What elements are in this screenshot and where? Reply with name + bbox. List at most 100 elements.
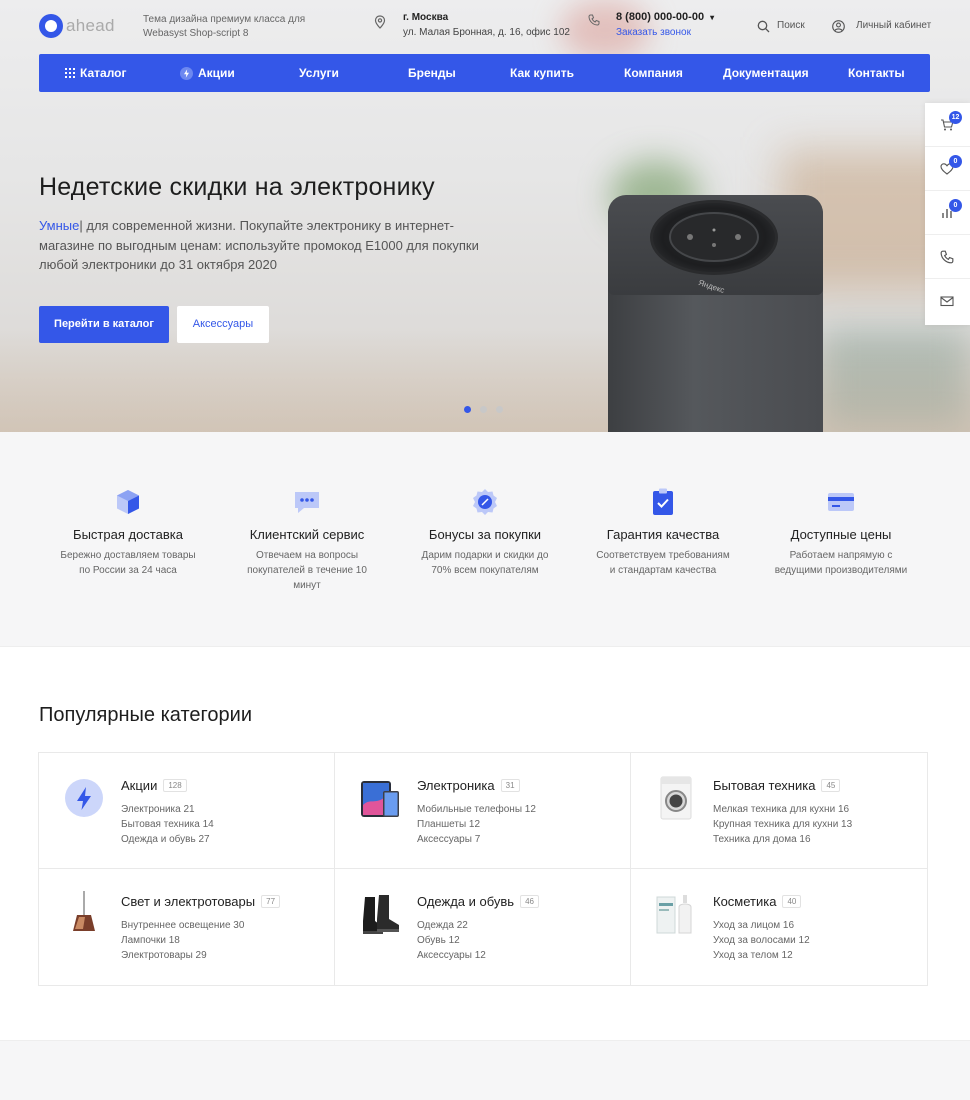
- category-title[interactable]: Акции 128: [121, 778, 187, 793]
- mail-button[interactable]: [925, 279, 970, 323]
- category-title[interactable]: Электроника 31: [417, 778, 520, 793]
- mail-icon: [940, 296, 954, 307]
- slider-dot[interactable]: [464, 406, 471, 413]
- nav-item-how-to-buy[interactable]: Как купить: [510, 66, 574, 80]
- main-nav: Каталог Акции Услуги Бренды Как купить К…: [39, 54, 930, 92]
- nav-item-label: Компания: [624, 66, 683, 80]
- hero-title: Недетские скидки на электронику: [39, 173, 435, 201]
- popular-categories-heading: Популярные категории: [39, 704, 252, 726]
- feature-text: Дарим подарки и скидки до 70% всем покуп…: [421, 550, 549, 576]
- subcategory-link[interactable]: Внутреннее освещение 30: [121, 918, 244, 933]
- feature-text: Отвечаем на вопросы покупателей в течени…: [247, 550, 367, 591]
- compare-button[interactable]: 0: [925, 191, 970, 235]
- logo-mark-icon: [39, 14, 63, 38]
- category-card[interactable]: Акции 128 Электроника 21 Бытовая техника…: [39, 753, 335, 869]
- category-title[interactable]: Бытовая техника 45: [713, 778, 841, 793]
- subcategory-link[interactable]: Аксессуары 7: [417, 832, 536, 847]
- category-title[interactable]: Косметика 40: [713, 894, 802, 909]
- nav-item-documentation[interactable]: Документация: [723, 66, 809, 80]
- subcategory-link[interactable]: Лампочки 18: [121, 933, 244, 948]
- logo[interactable]: ahead: [39, 14, 115, 38]
- category-card[interactable]: Свет и электротовары 77 Внутреннее освещ…: [39, 869, 335, 985]
- box-icon: [117, 490, 139, 514]
- account-link[interactable]: Личный кабинет: [856, 20, 931, 31]
- hero-description: | для современной жизни. Покупайте элект…: [39, 218, 479, 272]
- nav-item-label: Контакты: [848, 66, 905, 80]
- subcategory-link[interactable]: Аксессуары 12: [417, 948, 486, 963]
- subcategory-link[interactable]: Мобильные телефоны 12: [417, 802, 536, 817]
- category-name: Бытовая техника: [713, 778, 816, 793]
- category-title[interactable]: Свет и электротовары 77: [121, 894, 281, 909]
- feature-title: Клиентский сервис: [249, 527, 365, 542]
- subcategory-link[interactable]: Обувь 12: [417, 933, 486, 948]
- credit-card-icon: [828, 493, 854, 511]
- subcategory-link[interactable]: Техника для дома 16: [713, 832, 852, 847]
- category-count-badge: 40: [782, 895, 802, 908]
- background-floor: [0, 330, 970, 432]
- nav-item-label: Каталог: [80, 66, 127, 80]
- site-header: ahead Тема дизайна премиум класса для We…: [0, 0, 970, 50]
- search-icon[interactable]: [757, 20, 770, 33]
- subcategory-link[interactable]: Крупная техника для кухни 13: [713, 817, 852, 832]
- nav-item-catalog[interactable]: Каталог: [65, 66, 127, 80]
- cart-count-badge: 12: [949, 111, 962, 124]
- nav-item-services[interactable]: Услуги: [299, 66, 339, 80]
- subcategory-link[interactable]: Электротовары 29: [121, 948, 244, 963]
- nav-item-company[interactable]: Компания: [624, 66, 683, 80]
- subcategory-link[interactable]: Мелкая техника для кухни 16: [713, 802, 852, 817]
- logo-text: ahead: [66, 16, 115, 35]
- subcategory-link[interactable]: Планшеты 12: [417, 817, 536, 832]
- categories-grid: Акции 128 Электроника 21 Бытовая техника…: [38, 752, 928, 986]
- next-section-band: [0, 1040, 970, 1100]
- accessories-button[interactable]: Аксессуары: [177, 306, 269, 343]
- nav-item-label: Документация: [723, 66, 809, 80]
- category-name: Электроника: [417, 778, 495, 793]
- category-name: Акции: [121, 778, 158, 793]
- category-card[interactable]: Электроника 31 Мобильные телефоны 12 Пла…: [335, 753, 631, 869]
- washing-machine-image: [660, 776, 692, 820]
- feature-quality: Гарантия качества Соответствуем требован…: [583, 487, 743, 578]
- nav-item-promo[interactable]: Акции: [180, 66, 235, 80]
- boots-image: [363, 895, 399, 934]
- header-phone[interactable]: 8 (800) 000-00-00 ▾: [616, 11, 714, 23]
- subcategory-link[interactable]: Уход за телом 12: [713, 948, 810, 963]
- category-card[interactable]: Одежда и обувь 46 Одежда 22 Обувь 12 Акс…: [335, 869, 631, 985]
- feature-title: Бонусы за покупки: [428, 527, 542, 542]
- features-section: Быстрая доставка Бережно доставляем това…: [0, 432, 970, 647]
- favorites-count-badge: 0: [949, 155, 962, 168]
- nav-item-label: Бренды: [408, 66, 456, 80]
- feature-title: Гарантия качества: [606, 527, 720, 542]
- subcategory-link[interactable]: Электроника 21: [121, 802, 214, 817]
- slider-dot[interactable]: [480, 406, 487, 413]
- subcategory-link[interactable]: Бытовая техника 14: [121, 817, 214, 832]
- hero-text: Умные| для современной жизни. Покупайте …: [39, 216, 479, 275]
- lightning-icon: [180, 66, 193, 80]
- pendant-lamp-image: [73, 891, 95, 931]
- category-count-badge: 77: [261, 895, 281, 908]
- nav-item-brands[interactable]: Бренды: [408, 66, 456, 80]
- category-count-badge: 46: [520, 895, 539, 908]
- category-name: Свет и электротовары: [121, 894, 256, 909]
- call-button[interactable]: [925, 235, 970, 279]
- discount-badge-icon: [473, 489, 497, 515]
- go-to-catalog-button[interactable]: Перейти в каталог: [39, 306, 169, 343]
- subcategory-link[interactable]: Уход за лицом 16: [713, 918, 810, 933]
- nav-item-contacts[interactable]: Контакты: [848, 66, 905, 80]
- cart-button[interactable]: 12: [925, 103, 970, 147]
- subcategory-link[interactable]: Одежда 22: [417, 918, 486, 933]
- slider-dot[interactable]: [496, 406, 503, 413]
- feature-title: Доступные цены: [790, 527, 892, 542]
- subcategory-list: Мобильные телефоны 12 Планшеты 12 Аксесс…: [417, 802, 536, 847]
- category-card[interactable]: Косметика 40 Уход за лицом 16 Уход за во…: [631, 869, 927, 985]
- feature-title: Быстрая доставка: [73, 527, 183, 542]
- subcategory-link[interactable]: Уход за волосами 12: [713, 933, 810, 948]
- user-icon[interactable]: [832, 20, 845, 33]
- search-link[interactable]: Поиск: [777, 20, 805, 31]
- location-pin-icon: [374, 15, 386, 29]
- category-title[interactable]: Одежда и обувь 46: [417, 894, 539, 909]
- phone-icon: [588, 14, 600, 26]
- favorites-button[interactable]: 0: [925, 147, 970, 191]
- category-card[interactable]: Бытовая техника 45 Мелкая техника для ку…: [631, 753, 927, 869]
- subcategory-link[interactable]: Одежда и обувь 27: [121, 832, 214, 847]
- callback-link[interactable]: Заказать звонок: [616, 27, 691, 38]
